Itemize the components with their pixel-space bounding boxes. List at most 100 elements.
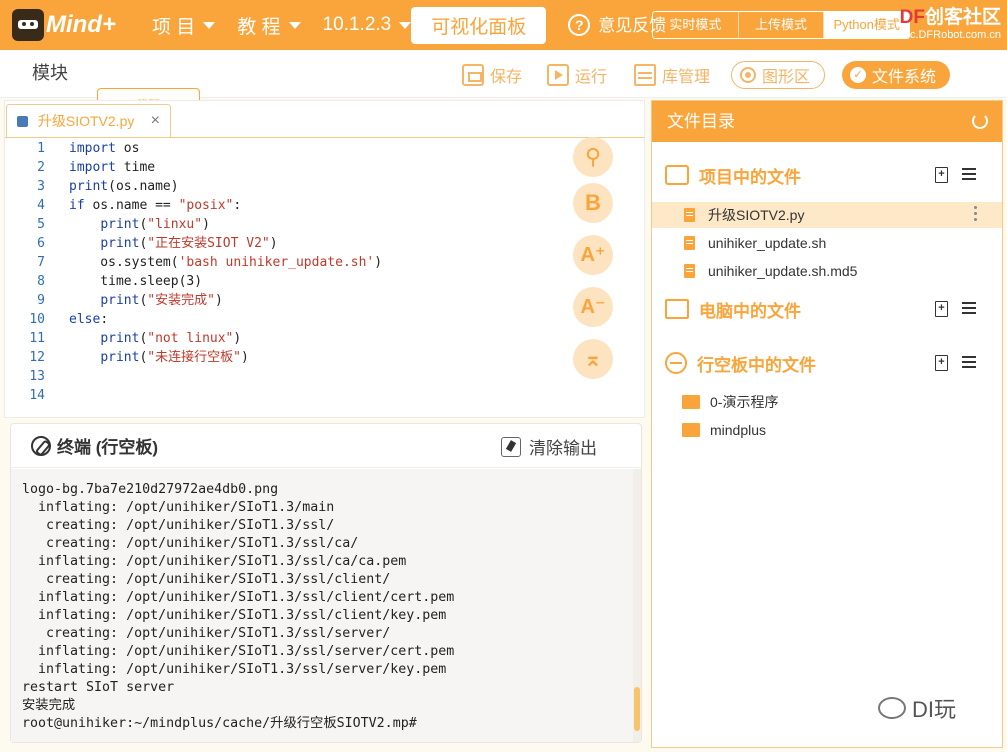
terminal-line: inflating: /opt/unihiker/SIoT1.3/ssl/ser… — [22, 644, 455, 659]
file-icon — [684, 208, 695, 222]
check-icon: ✓ — [850, 67, 866, 83]
brand-url: mc.DFRobot.com.cn — [900, 29, 1001, 41]
clear-output-label: 清除输出 — [529, 439, 597, 458]
close-icon[interactable]: × — [151, 105, 160, 137]
terminal-scroll-thumb[interactable] — [634, 687, 640, 731]
code-text: print("未连接行空板") — [100, 350, 249, 365]
menu-tutorial[interactable]: 教 程 — [237, 12, 301, 39]
menu-icon[interactable] — [962, 168, 976, 170]
section-board-files[interactable]: 行空板中的文件 + — [652, 348, 1002, 378]
menu-tutorial-label: 教 程 — [237, 16, 281, 38]
dfrobot-brand: DF创客社区 mc.DFRobot.com.cn — [888, 2, 1007, 48]
file-directory-title: 文件目录 — [667, 112, 735, 131]
refresh-icon[interactable] — [972, 113, 988, 129]
top-bar: Mind+ 项 目 教 程 10.1.2.3 可视化面板 ? 意见反馈 实时模式… — [0, 0, 1007, 50]
font-increase-icon[interactable]: A⁺ — [573, 235, 613, 275]
play-icon — [547, 64, 569, 86]
font-decrease-icon[interactable]: A⁻ — [573, 287, 613, 327]
menu-project[interactable]: 项 目 — [152, 12, 216, 39]
mode-switch: 实时模式 上传模式 Python模式 — [652, 11, 910, 39]
code-line[interactable]: 9 print("安装完成") — [5, 291, 565, 310]
python-file-icon — [17, 116, 28, 127]
run-label: 运行 — [575, 69, 608, 86]
logo-text: Mind+ — [46, 11, 116, 38]
board-icon — [665, 352, 687, 374]
code-line[interactable]: 10 else: — [5, 310, 565, 329]
code-line[interactable]: 13 — [5, 367, 565, 386]
folder-item-mindplus[interactable]: mindplus — [652, 417, 1002, 443]
menu-version-label: 10.1.2.3 — [322, 14, 392, 35]
line-number: 7 — [37, 255, 45, 270]
new-file-icon[interactable]: + — [935, 167, 948, 183]
terminal-line: 安装完成 — [22, 698, 76, 713]
save-button[interactable]: 保存 — [462, 62, 522, 88]
section-computer-title: 电脑中的文件 — [699, 301, 801, 321]
save-icon — [462, 64, 484, 86]
section-project-files[interactable]: 项目中的文件 + — [652, 160, 1002, 190]
menu-version[interactable]: 10.1.2.3 — [323, 14, 412, 36]
file-item-update-sh[interactable]: unihiker_update.sh — [652, 230, 1002, 256]
folder-name: 0-演示程序 — [710, 394, 779, 410]
code-line[interactable]: 7 os.system('bash unihiker_update.sh') — [5, 253, 565, 272]
new-file-icon[interactable]: + — [935, 355, 948, 371]
line-number: 4 — [37, 198, 45, 213]
code-line[interactable]: 3 print(os.name) — [5, 177, 565, 196]
b-format-icon[interactable]: B — [573, 183, 613, 223]
file-tab[interactable]: 升级SIOTV2.py × — [6, 104, 171, 138]
file-item-update-md5[interactable]: unihiker_update.sh.md5 — [652, 258, 1002, 284]
terminal-header: 终端 (行空板) 清除输出 — [11, 424, 641, 468]
code-line[interactable]: 6 print("正在安装SIOT V2") — [5, 234, 565, 253]
toolbar: 模块 代码 保存 运行 库管理 图形区 ✓ 文件系统 — [0, 50, 1007, 126]
mode-realtime[interactable]: 实时模式 — [653, 12, 739, 38]
terminal-line: logo-bg.7ba7e210d27972ae4db0.png — [22, 482, 279, 497]
terminal-line: creating: /opt/unihiker/SIoT1.3/ssl/ca/ — [22, 536, 359, 551]
code-line[interactable]: 5 print("linxu") — [5, 215, 565, 234]
terminal-line: creating: /opt/unihiker/SIoT1.3/ssl/serv… — [22, 626, 391, 641]
code-editor[interactable]: 升级SIOTV2.py × 1 import os 2 import time 3 pri… — [4, 100, 645, 418]
line-number: 14 — [29, 388, 45, 403]
code-text: if os.name == "posix": — [69, 198, 242, 213]
menu-icon[interactable] — [962, 302, 976, 304]
code-line[interactable]: 1 import os — [5, 139, 565, 158]
visual-panel-button[interactable]: 可视化面板 — [411, 6, 547, 44]
code-text: import time — [69, 160, 156, 175]
file-item-siotv2[interactable]: 升级SIOTV2.py — [652, 202, 1002, 228]
code-text: print("linxu") — [100, 217, 210, 232]
more-vertical-icon[interactable] — [974, 206, 977, 209]
menu-project-label: 项 目 — [152, 16, 196, 38]
line-number: 11 — [29, 331, 45, 346]
menu-icon[interactable] — [962, 356, 976, 358]
scroll-top-icon[interactable]: ⌅ — [573, 339, 613, 379]
brand-name: 创客社区 — [924, 7, 1001, 28]
code-line[interactable]: 14 — [5, 386, 565, 405]
file-directory-panel: 文件目录 项目中的文件 + 升级SIOTV2.py unihiker_updat… — [651, 100, 1003, 748]
section-project-title: 项目中的文件 — [699, 167, 801, 187]
library-button[interactable]: 库管理 — [634, 62, 710, 88]
code-line[interactable]: 8 time.sleep(3) — [5, 272, 565, 291]
run-button[interactable]: 运行 — [547, 62, 607, 88]
tab-blocks[interactable]: 模块 — [6, 55, 94, 93]
terminal-line: inflating: /opt/unihiker/SIoT1.3/ssl/cli… — [22, 608, 447, 623]
mode-upload[interactable]: 上传模式 — [739, 12, 825, 38]
terminal-line: inflating: /opt/unihiker/SIoT1.3/main — [22, 500, 335, 515]
code-line[interactable]: 4 if os.name == "posix": — [5, 196, 565, 215]
radio-icon — [740, 67, 756, 83]
code-line[interactable]: 2 import time — [5, 158, 565, 177]
computer-icon — [665, 299, 689, 319]
search-icon[interactable]: ⚲ — [573, 137, 613, 177]
mindplus-logo[interactable]: Mind+ — [12, 9, 130, 41]
section-computer-files[interactable]: 电脑中的文件 + — [652, 294, 1002, 324]
terminal-line: creating: /opt/unihiker/SIoT1.3/ssl/ — [22, 518, 335, 533]
code-lines[interactable]: 1 import os 2 import time 3 print(os.name) 4 if… — [5, 139, 565, 405]
line-number: 13 — [29, 369, 45, 384]
folder-item-demo[interactable]: 0-演示程序 — [652, 389, 1002, 415]
terminal-output[interactable]: logo-bg.7ba7e210d27972ae4db0.png inflati… — [11, 469, 641, 742]
terminal-line: restart SIoT server — [22, 680, 175, 695]
graph-area-button[interactable]: 图形区 — [731, 61, 826, 89]
clear-output-button[interactable]: 清除输出 — [501, 434, 597, 459]
code-line[interactable]: 11 print("not linux") — [5, 329, 565, 348]
code-line[interactable]: 12 print("未连接行空板") — [5, 348, 565, 367]
file-system-button[interactable]: ✓ 文件系统 — [842, 61, 951, 89]
file-name: unihiker_update.sh — [708, 235, 827, 251]
new-file-icon[interactable]: + — [935, 301, 948, 317]
